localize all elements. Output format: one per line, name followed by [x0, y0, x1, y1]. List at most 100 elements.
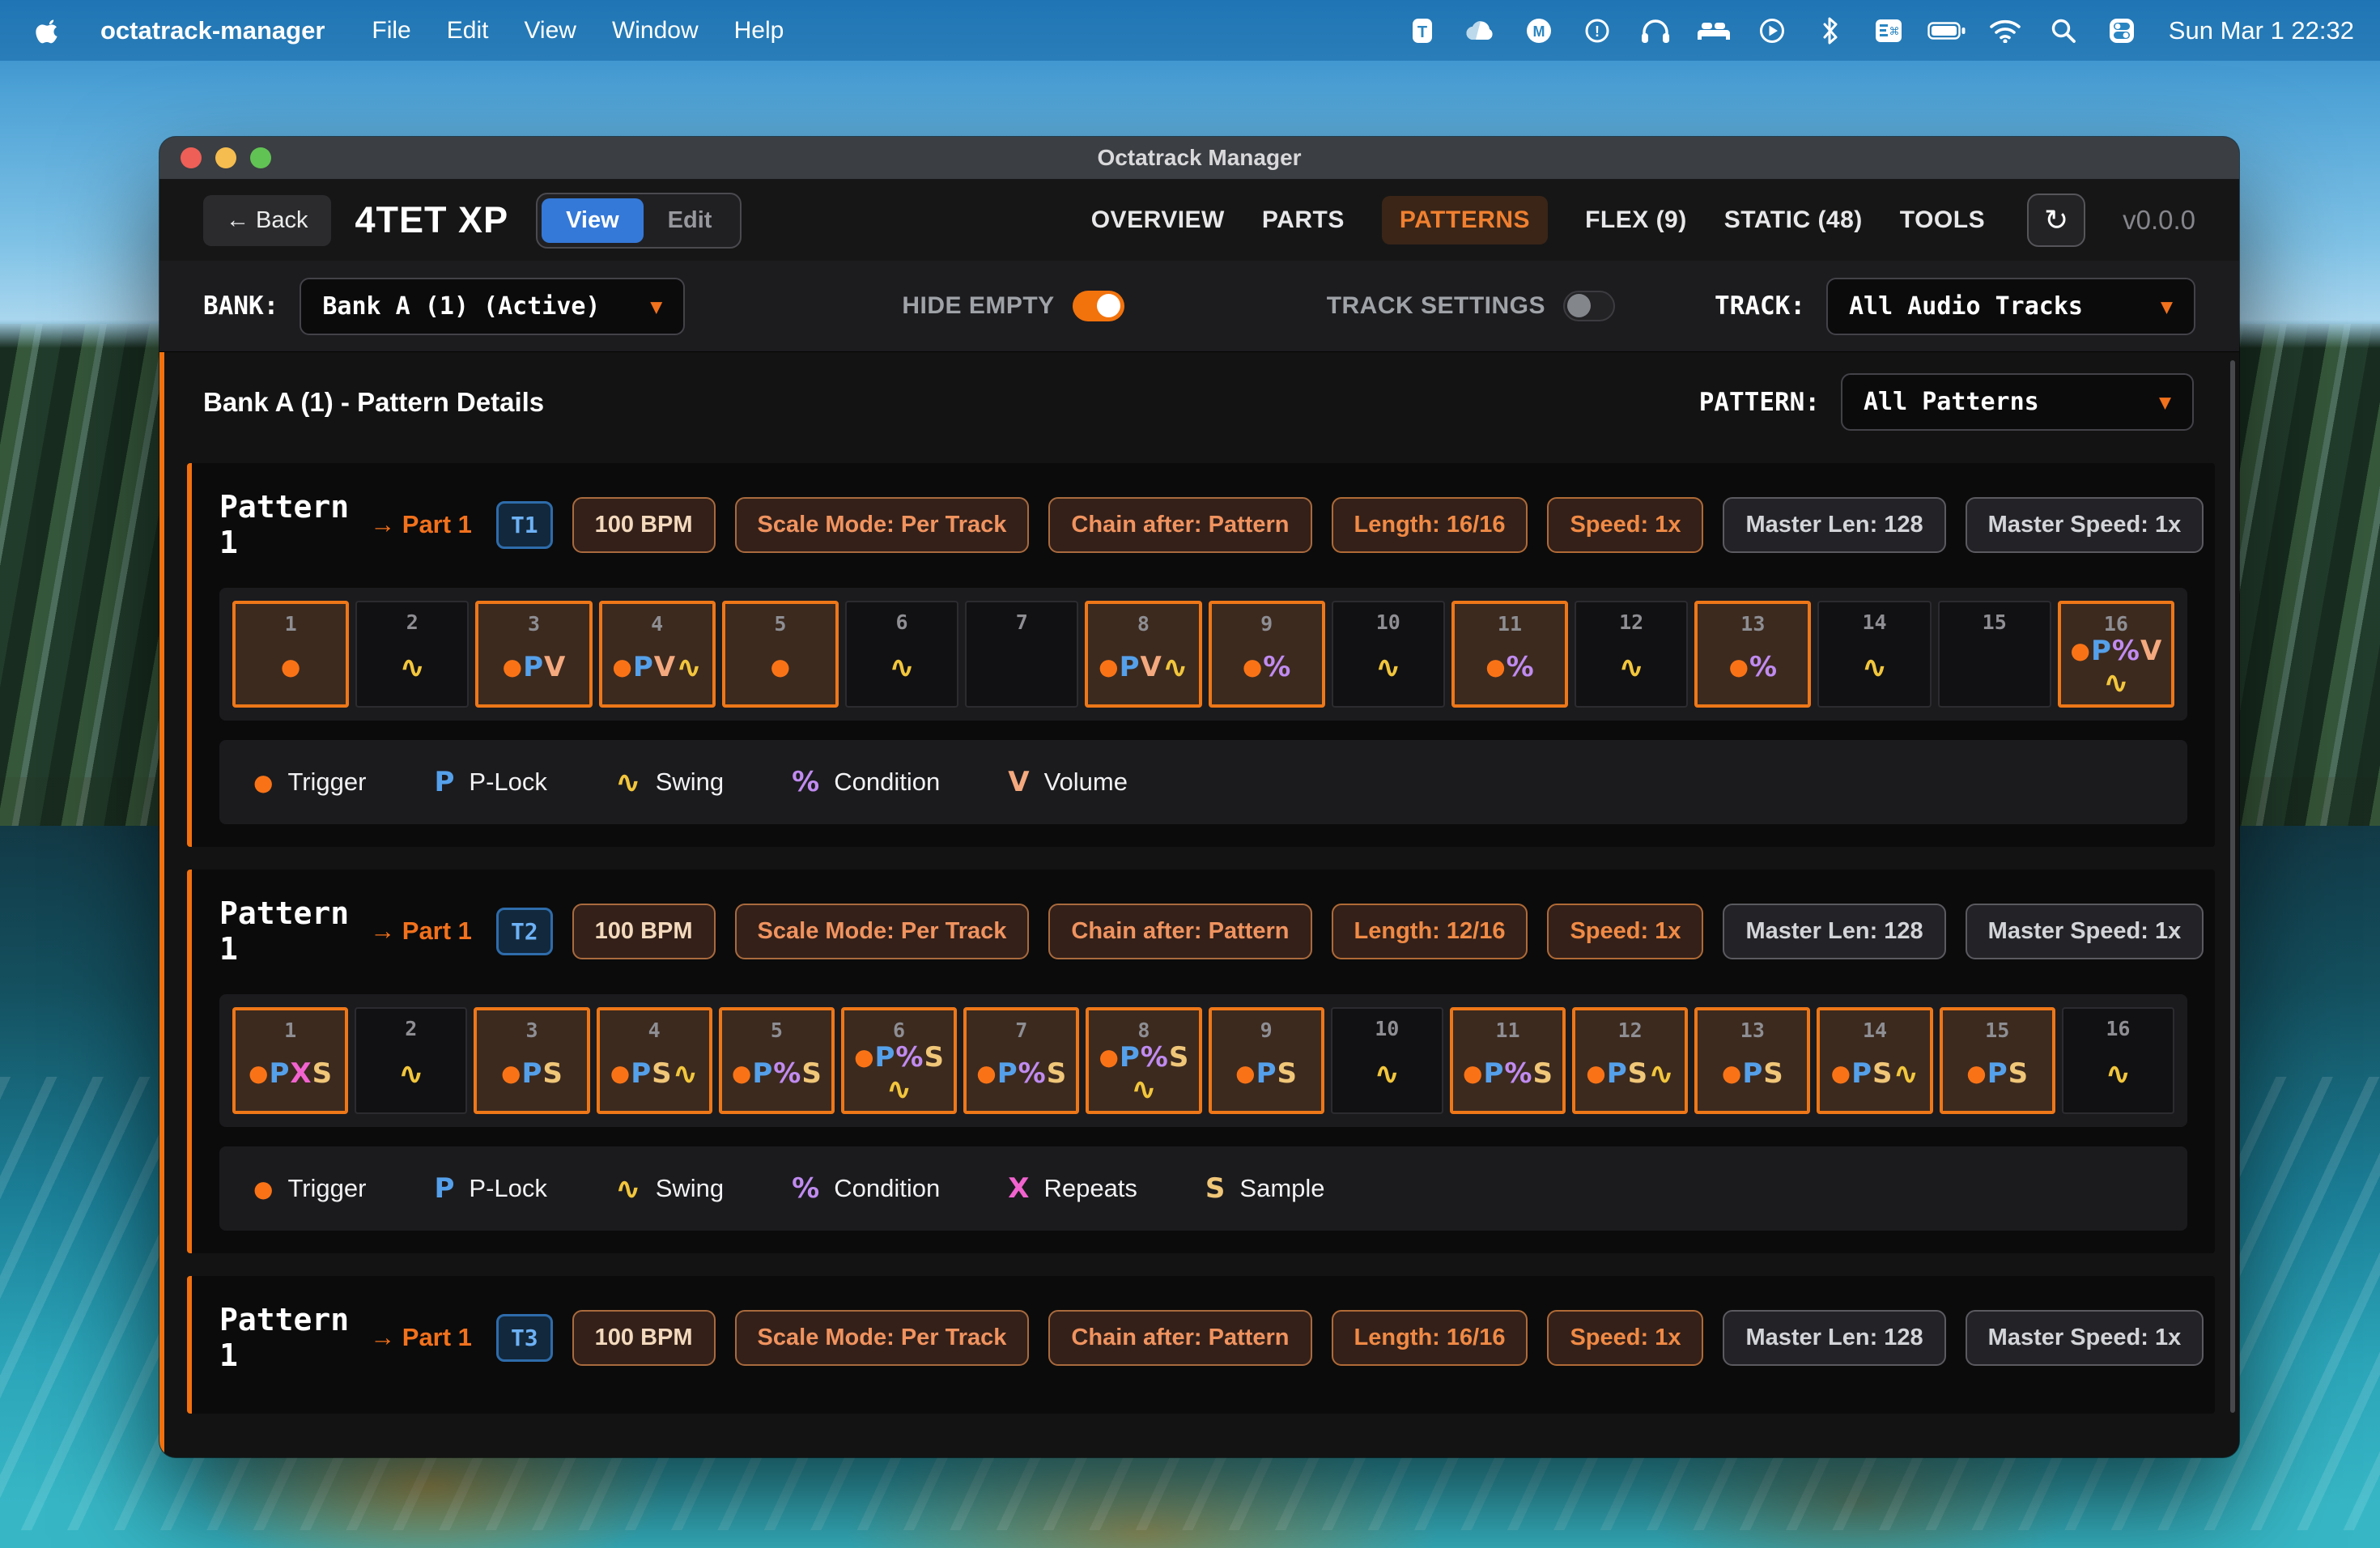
bluetooth-icon[interactable]: [1808, 13, 1853, 49]
step-markers: ∿: [396, 634, 428, 706]
badge-master-speed: Master Speed: 1x: [1966, 904, 2204, 959]
tab-static-48[interactable]: STATIC (48): [1724, 206, 1863, 234]
dot-marker-icon: ●: [1729, 657, 1749, 678]
badge-chain-after: Chain after: Pattern: [1048, 904, 1311, 959]
battery-icon[interactable]: [1924, 13, 1970, 49]
step-number: 6: [896, 610, 908, 634]
track-badge: T1: [496, 501, 553, 549]
view-mode-button[interactable]: View: [542, 198, 644, 243]
wifi-icon[interactable]: [1983, 13, 2028, 49]
play-circle-icon[interactable]: [1749, 13, 1795, 49]
step-markers: ●%: [1726, 636, 1781, 704]
control-center-icon[interactable]: [2099, 13, 2144, 49]
edit-mode-button[interactable]: Edit: [644, 198, 737, 243]
dot-marker-icon: ●: [1831, 1063, 1851, 1085]
time-machine-icon[interactable]: !: [1575, 13, 1620, 49]
section-header: Bank A (1) - Pattern Details PATTERN: Al…: [159, 359, 2239, 440]
nav-items: OVERVIEW PARTS PATTERNS FLEX (9) STATIC (48)…: [1091, 196, 1985, 245]
tab-parts[interactable]: PARTS: [1262, 206, 1345, 234]
step-markers: ∿: [395, 1040, 427, 1112]
step-number: 4: [651, 612, 663, 636]
step-number: 4: [648, 1019, 661, 1042]
P-marker-icon: P: [875, 1044, 895, 1070]
swing-marker-icon: ∿: [889, 653, 915, 682]
tab-tools[interactable]: TOOLS: [1900, 206, 1985, 234]
pattern-name: Pattern 1: [219, 895, 349, 967]
step-cell-16: 16∿: [2062, 1007, 2174, 1114]
step-number: 16: [2106, 1017, 2130, 1040]
menu-bar-clock[interactable]: Sun Mar 1 22:32: [2169, 16, 2354, 45]
refresh-button[interactable]: ↻: [2027, 194, 2085, 247]
track-dropdown[interactable]: All Audio Tracks ▼: [1826, 278, 2195, 335]
badge-master-speed: Master Speed: 1x: [1966, 1310, 2204, 1366]
scrollbar-thumb[interactable]: [2230, 360, 2235, 1413]
keyboard-shortcuts-icon[interactable]: ⌘: [1866, 13, 1911, 49]
tab-overview[interactable]: OVERVIEW: [1091, 206, 1225, 234]
toggle-knob: [1097, 294, 1120, 317]
spotlight-icon[interactable]: [2041, 13, 2086, 49]
pattern-part-link[interactable]: → Part 1: [370, 1323, 472, 1352]
step-number: 7: [1016, 610, 1028, 634]
step-markers: ●P%S: [1460, 1042, 1556, 1111]
step-cell-8: 8●P%S∿: [1086, 1007, 1201, 1114]
macos-menu-bar: octatrack-manager FileEditViewWindowHelp…: [0, 0, 2380, 61]
t-app-icon[interactable]: T: [1400, 13, 1445, 49]
menu-item-edit[interactable]: Edit: [429, 17, 507, 45]
zoom-button[interactable]: [250, 147, 271, 168]
badge-100-bpm: 100 BPM: [572, 497, 716, 553]
bank-dropdown[interactable]: Bank A (1) (Active) ▼: [300, 278, 685, 335]
close-button[interactable]: [181, 147, 202, 168]
bank-dropdown-value: Bank A (1) (Active): [322, 292, 600, 321]
pct-marker-icon: %: [1749, 654, 1777, 680]
S-marker-icon: S: [924, 1044, 945, 1070]
step-number: 12: [1619, 610, 1643, 634]
P-marker-icon: P: [631, 1061, 651, 1087]
legend-label: Sample: [1239, 1174, 1324, 1203]
step-number: 2: [406, 610, 419, 634]
menu-item-file[interactable]: File: [354, 17, 428, 45]
X-marker-icon: X: [290, 1061, 311, 1087]
step-markers: ∿: [1372, 634, 1405, 706]
bed-icon[interactable]: [1691, 13, 1736, 49]
pattern-dropdown[interactable]: All Patterns ▼: [1841, 373, 2194, 431]
menu-item-view[interactable]: View: [506, 17, 593, 45]
project-title: 4TET XP: [355, 199, 509, 241]
m-app-icon[interactable]: M: [1516, 13, 1562, 49]
tab-flex-9[interactable]: FLEX (9): [1585, 206, 1687, 234]
menu-item-window[interactable]: Window: [594, 17, 716, 45]
menu-item-app-name[interactable]: octatrack-manager: [81, 16, 344, 45]
window-titlebar[interactable]: Octatrack Manager: [159, 137, 2239, 180]
headphones-icon[interactable]: [1633, 13, 1678, 49]
pattern-part-link[interactable]: → Part 1: [370, 510, 472, 539]
menu-item-help[interactable]: Help: [716, 17, 802, 45]
cloud-icon[interactable]: [1458, 13, 1503, 49]
tab-patterns[interactable]: PATTERNS: [1382, 196, 1548, 245]
swing-marker-icon: ∿: [2103, 668, 2129, 697]
swing-marker-icon: ∿: [398, 1059, 424, 1088]
badge-speed: Speed: 1x: [1547, 904, 1703, 959]
badge-100-bpm: 100 BPM: [572, 1310, 716, 1366]
step-cell-4: 4●PV∿: [599, 601, 716, 708]
track-settings-toggle[interactable]: [1563, 291, 1615, 321]
apple-logo-icon[interactable]: [26, 13, 71, 49]
step-cell-1: 1●: [232, 601, 349, 708]
step-number: 9: [1260, 1019, 1273, 1042]
pattern-name: Pattern 1: [219, 489, 349, 560]
legend-item-trigger: ●Trigger: [253, 768, 366, 797]
top-nav: OVERVIEW PARTS PATTERNS FLEX (9) STATIC (48)…: [1091, 194, 2195, 247]
pct-marker-icon: %: [792, 766, 819, 798]
hide-empty-toggle[interactable]: [1073, 291, 1124, 321]
marker-legend: ●TriggerPP-Lock∿Swing%ConditionVVolume: [219, 740, 2187, 824]
pct-marker-icon: %: [2112, 638, 2140, 664]
legend-item-sample: SSample: [1205, 1172, 1325, 1205]
S-marker-icon: S: [1628, 1061, 1648, 1087]
minimize-button[interactable]: [215, 147, 236, 168]
P-marker-icon: P: [997, 1061, 1018, 1087]
dot-marker-icon: ●: [1722, 1063, 1741, 1085]
pattern-part-link[interactable]: → Part 1: [370, 916, 472, 946]
back-button[interactable]: ← Back: [203, 195, 331, 246]
swing-marker-icon: ∿: [1375, 653, 1401, 682]
badge-master-len: Master Len: 128: [1723, 1310, 1945, 1366]
step-cell-11: 11●%: [1451, 601, 1568, 708]
hide-empty-label: HIDE EMPTY: [902, 292, 1054, 320]
